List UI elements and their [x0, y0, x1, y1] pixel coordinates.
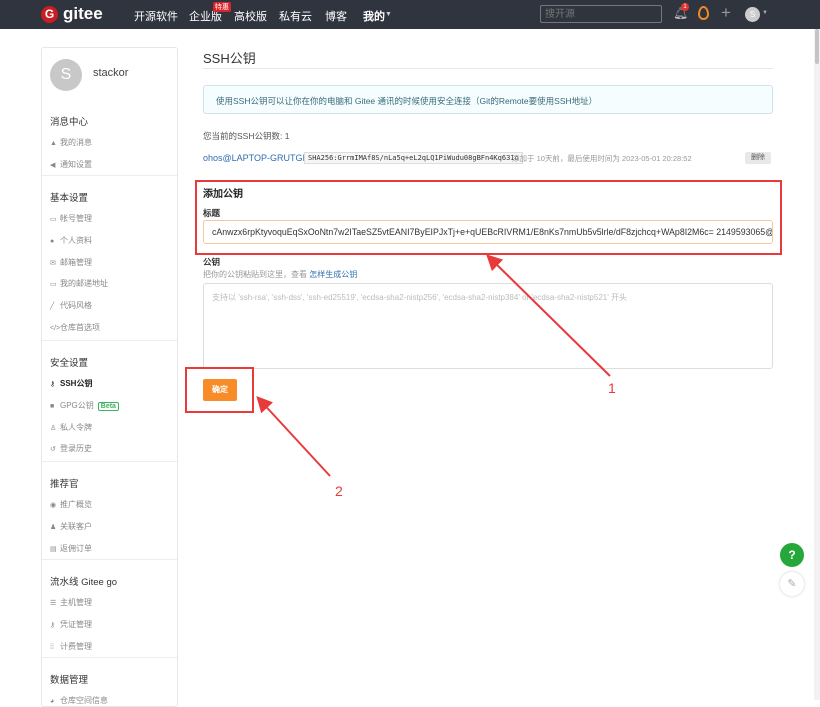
annotation-arrows	[256, 254, 611, 477]
help-button[interactable]: ?	[780, 543, 804, 567]
annotation-arrow-1	[486, 254, 611, 377]
annotation-label-2: 2	[335, 483, 343, 499]
annotation-arrow-2	[256, 396, 331, 477]
feedback-edit-icon[interactable]: ✎	[780, 572, 804, 596]
annotation-label-1: 1	[608, 380, 616, 396]
scrollbar[interactable]	[814, 29, 820, 700]
scrollbar-thumb[interactable]	[815, 29, 819, 64]
